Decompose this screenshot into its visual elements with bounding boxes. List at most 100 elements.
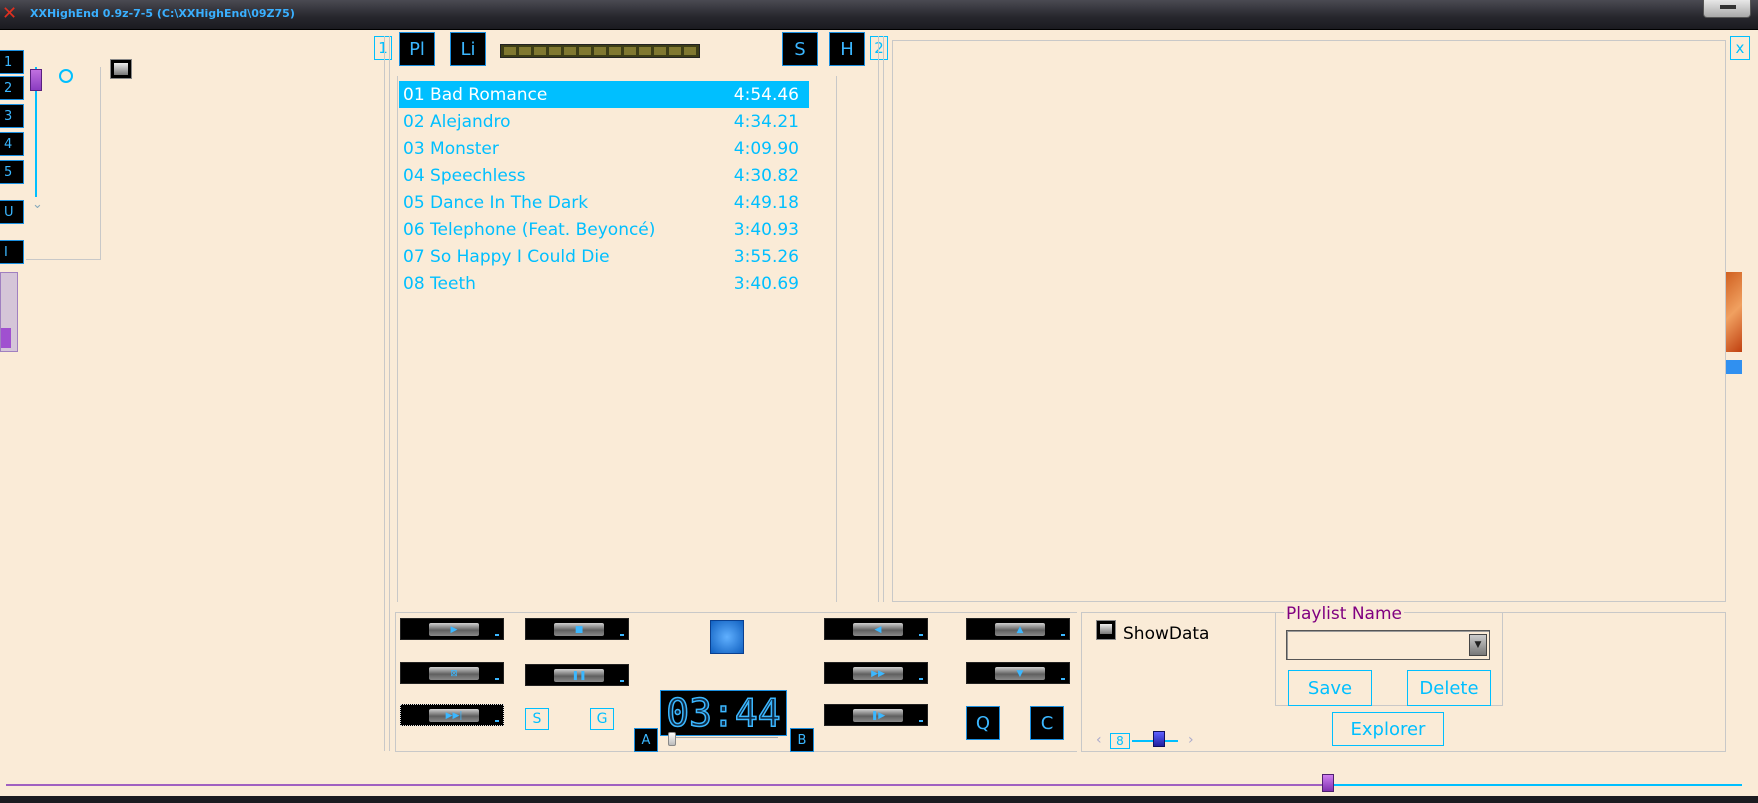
track-duration: 4:49.18 <box>733 192 799 213</box>
skip-to-end-button[interactable]: ▶▶| <box>400 704 504 726</box>
settings-button[interactable]: S <box>782 32 818 66</box>
shuffle-icon: ⊠ <box>429 667 479 680</box>
track-row[interactable]: 01 Bad Romance 4:54.46 <box>399 81 809 108</box>
track-row[interactable]: 05 Dance In The Dark 4:49.18 <box>399 189 809 216</box>
scroll-indicator[interactable] <box>1726 360 1742 374</box>
chevron-down-icon[interactable]: ⌄ <box>32 197 43 212</box>
track-duration: 4:09.90 <box>733 138 799 159</box>
previous-icon: ◀ <box>853 623 903 636</box>
library-tab-button[interactable]: Li <box>450 32 486 66</box>
left-tab-i[interactable]: I <box>0 240 24 264</box>
move-up-button[interactable]: ▲ <box>966 618 1070 640</box>
title-bar: ✕ XXHighEnd 0.9z-7-5 (C:\XXHighEnd\09Z75… <box>0 0 1758 30</box>
track-duration: 4:34.21 <box>733 111 799 132</box>
cover-art-thumbnail[interactable] <box>1726 272 1742 352</box>
playlist-name-combobox[interactable]: ▼ <box>1286 630 1490 660</box>
track-row[interactable]: 03 Monster 4:09.90 <box>399 135 809 162</box>
s-button[interactable]: S <box>525 708 549 730</box>
chevron-up-icon: ▲ <box>995 623 1045 636</box>
pause-icon: ❚❚ <box>554 669 604 682</box>
track-title: 03 Monster <box>403 138 499 159</box>
showdata-label: ShowData <box>1123 624 1210 644</box>
delete-button[interactable]: Delete <box>1407 670 1491 706</box>
track-title: 05 Dance In The Dark <box>403 192 589 213</box>
side-slider-panel <box>0 272 18 352</box>
cover-art-pane <box>892 40 1726 602</box>
track-title: 01 Bad Romance <box>403 84 548 105</box>
a-marker-button[interactable]: A <box>634 728 658 752</box>
playlist-tab-button[interactable]: Pl <box>399 32 435 66</box>
seek-bar-handle[interactable] <box>1322 774 1334 792</box>
next-button[interactable]: ▶▶ <box>824 662 928 684</box>
position-slider-handle[interactable] <box>668 732 676 746</box>
track-duration: 4:30.82 <box>733 165 799 186</box>
step-icon: ❚▶ <box>853 709 903 722</box>
window-title: XXHighEnd 0.9z-7-5 (C:\XXHighEnd\09Z75) <box>30 7 295 20</box>
left-tab-u[interactable]: U <box>0 200 24 224</box>
monitor-icon[interactable] <box>110 59 132 79</box>
seek-bar-played[interactable] <box>6 784 1328 786</box>
volume-slider-handle[interactable] <box>30 69 42 91</box>
pane2-border <box>878 36 884 602</box>
play-icon: ▶ <box>429 623 479 636</box>
pane1-border <box>384 36 390 751</box>
track-duration: 3:40.69 <box>733 273 799 294</box>
left-tab-2[interactable]: 2 <box>0 76 24 100</box>
volume-panel: ⌄ <box>26 67 101 260</box>
track-duration: 3:40.93 <box>733 219 799 240</box>
track-title: 08 Teeth <box>403 273 476 294</box>
pause-button[interactable]: ❚❚ <box>525 664 629 686</box>
move-down-button[interactable]: ▼ <box>966 662 1070 684</box>
position-slider-track[interactable] <box>668 737 778 740</box>
g-button[interactable]: G <box>590 708 614 730</box>
b-marker-button[interactable]: B <box>790 728 814 752</box>
time-display: 03:44 <box>660 690 787 736</box>
save-button[interactable]: Save <box>1288 670 1372 706</box>
waveform-icon[interactable] <box>710 620 744 654</box>
track-list: 01 Bad Romance 4:54.46 02 Alejandro 4:34.21… <box>399 81 809 297</box>
step-forward-button[interactable]: ❚▶ <box>824 704 928 726</box>
track-duration: 4:54.46 <box>733 84 799 105</box>
shuffle-button[interactable]: ⊠ <box>400 662 504 684</box>
seek-bar-remaining[interactable] <box>1328 784 1742 786</box>
left-tab-1[interactable]: 1 <box>0 50 24 74</box>
skip-icon: ▶▶| <box>429 709 479 722</box>
mini-slider-handle[interactable] <box>1153 731 1165 747</box>
app-logo-icon: ✕ <box>2 3 18 24</box>
knob-icon[interactable] <box>59 69 73 83</box>
left-tab-3[interactable]: 3 <box>0 104 24 128</box>
level-meter <box>500 44 700 58</box>
help-button[interactable]: H <box>829 32 865 66</box>
c-button[interactable]: C <box>1030 706 1064 740</box>
counter-box: 8 <box>1110 733 1130 749</box>
track-row[interactable]: 02 Alejandro 4:34.21 <box>399 108 809 135</box>
track-title: 07 So Happy I Could Die <box>403 246 610 267</box>
left-tab-4[interactable]: 4 <box>0 132 24 156</box>
next-icon: ▶▶ <box>853 667 903 680</box>
previous-button[interactable]: ◀ <box>824 618 928 640</box>
track-row[interactable]: 08 Teeth 3:40.69 <box>399 270 809 297</box>
q-button[interactable]: Q <box>966 706 1000 740</box>
stop-icon: ■ <box>554 623 604 636</box>
close-pane-button[interactable]: x <box>1730 36 1750 60</box>
left-tab-5[interactable]: 5 <box>0 160 24 184</box>
side-slider-handle[interactable] <box>1 328 11 348</box>
stop-button[interactable]: ■ <box>525 618 629 640</box>
playlist-name-label: Playlist Name <box>1284 604 1404 624</box>
chevron-down-icon: ▼ <box>995 667 1045 680</box>
window-minimize-button[interactable] <box>1703 0 1751 18</box>
chevron-right-icon[interactable]: › <box>1188 732 1194 748</box>
play-button[interactable]: ▶ <box>400 618 504 640</box>
track-title: 04 Speechless <box>403 165 526 186</box>
dropdown-arrow-icon[interactable]: ▼ <box>1469 634 1487 656</box>
chevron-left-icon[interactable]: ‹ <box>1096 732 1102 748</box>
bottom-border <box>0 796 1758 803</box>
track-row[interactable]: 07 So Happy I Could Die 3:55.26 <box>399 243 809 270</box>
track-title: 02 Alejandro <box>403 111 511 132</box>
track-title: 06 Telephone (Feat. Beyoncé) <box>403 219 656 240</box>
track-row[interactable]: 04 Speechless 4:30.82 <box>399 162 809 189</box>
showdata-checkbox[interactable] <box>1096 620 1116 640</box>
track-duration: 3:55.26 <box>733 246 799 267</box>
explorer-button[interactable]: Explorer <box>1332 712 1444 746</box>
track-row[interactable]: 06 Telephone (Feat. Beyoncé) 3:40.93 <box>399 216 809 243</box>
